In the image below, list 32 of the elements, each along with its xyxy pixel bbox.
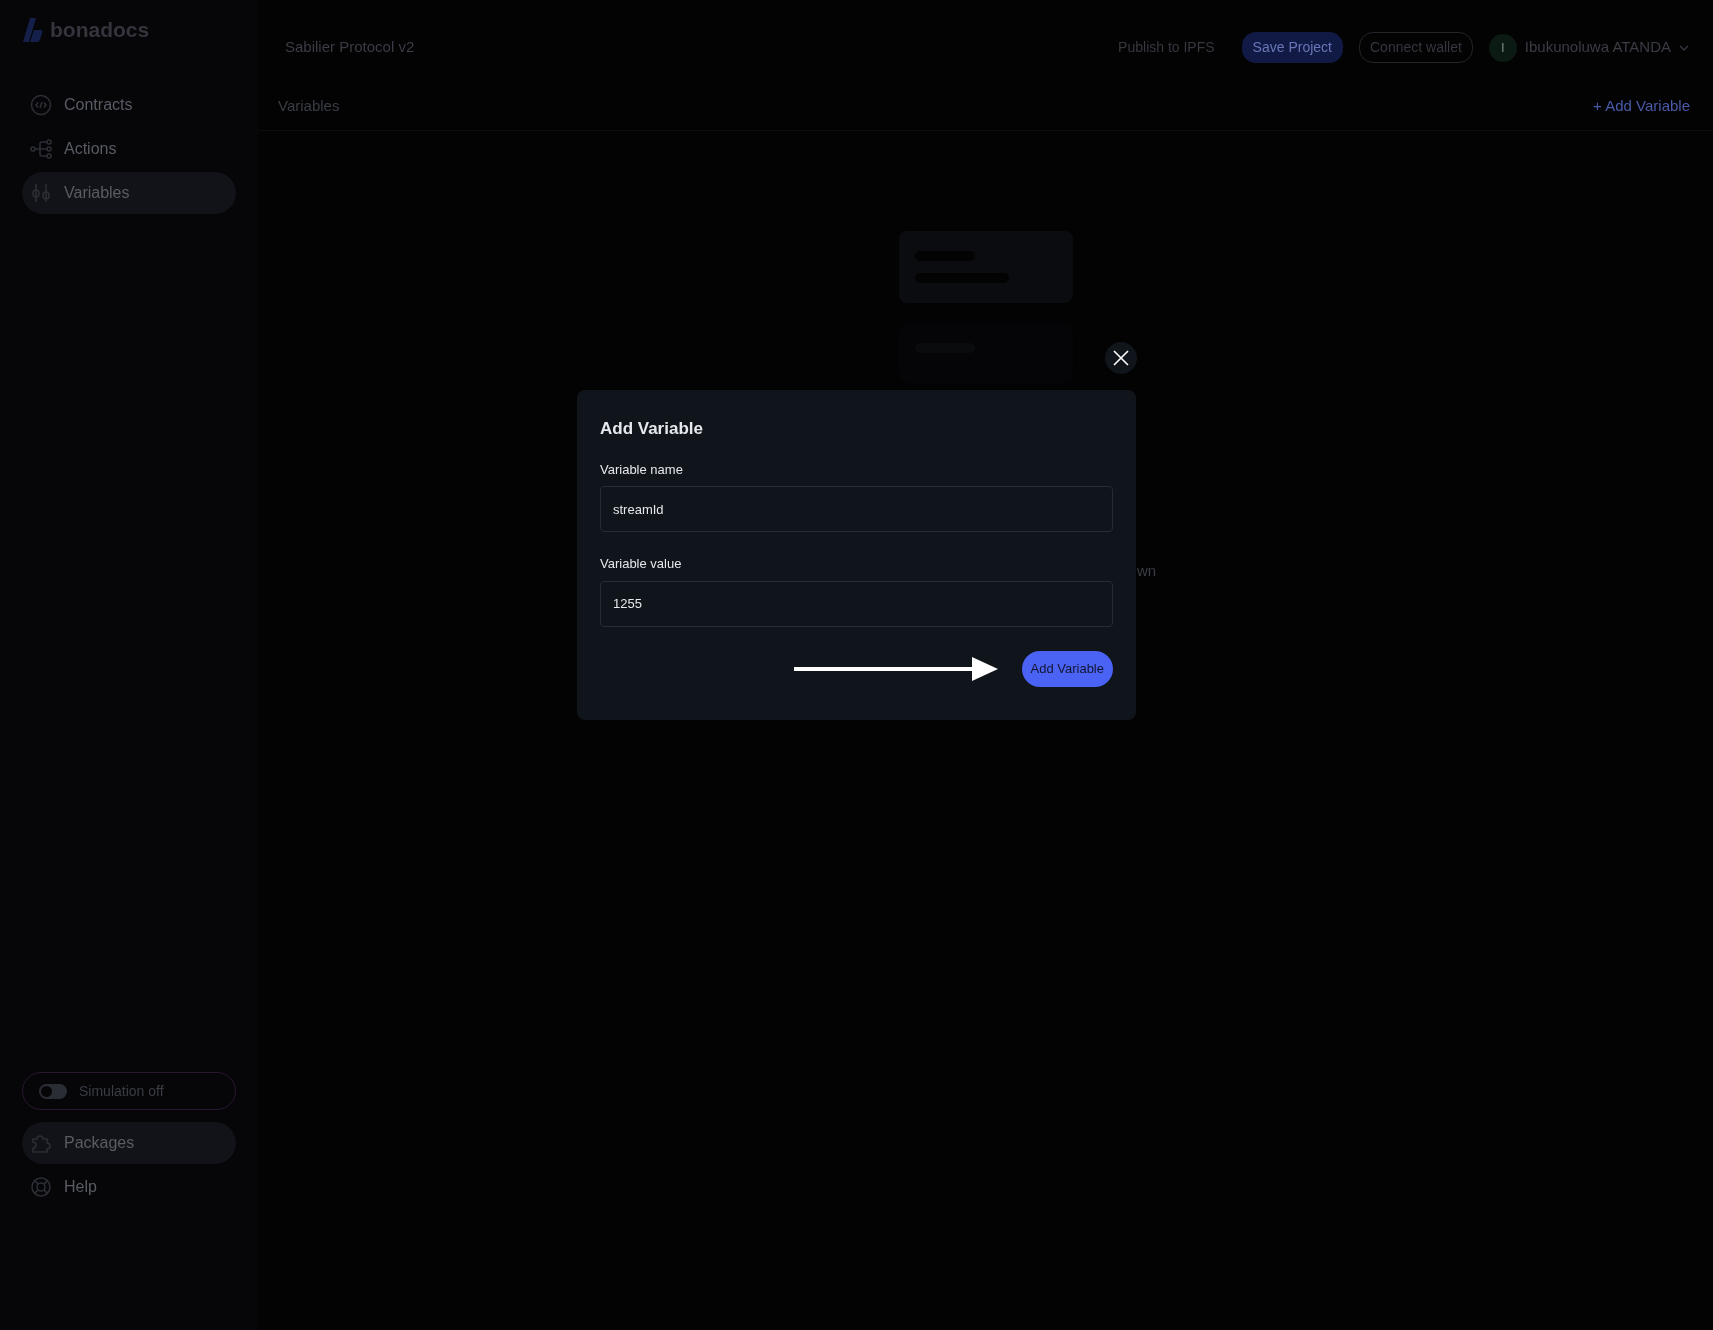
sidebar-item[interactable]: Variables [22,171,236,214]
puzzle-icon [30,1132,52,1154]
save-button[interactable]: Save Project [1241,32,1343,63]
connect-wallet-button[interactable]: Connect wallet [1359,32,1473,63]
avatar: I [1488,33,1517,62]
empty-state-text: wn [1137,561,1157,581]
sidebar-item[interactable]: Help [22,1166,236,1208]
toggle-switch[interactable] [39,1083,67,1099]
add-variable-button[interactable]: Add Variable [1021,650,1113,687]
chevron-down-icon [1679,44,1689,51]
sidebar-item[interactable]: Packages [22,1122,236,1164]
close-icon [1113,350,1129,366]
lifebuoy-icon [30,1176,52,1198]
sliders-icon [30,181,52,204]
input-field[interactable]: 1255 [600,580,1113,627]
logo-icon [22,17,44,42]
user-menu[interactable]: I Ibukunoluwa ATANDA [1488,33,1689,62]
project-title: Sabilier Protocol v2 [285,37,415,58]
field-label: Variable name [600,460,684,479]
field-label: Variable value [600,555,683,573]
sidebar-item[interactable]: Contracts [22,83,236,126]
add-variable-link[interactable]: + Add Variable [1593,95,1690,118]
close-button[interactable] [1105,342,1137,374]
branch-icon [30,137,52,160]
input-field[interactable]: streamId [600,486,1113,532]
modal-title: Add Variable [600,418,704,440]
sidebar-item[interactable]: Actions [22,127,236,170]
code-icon [30,93,52,116]
user-name: Ibukunoluwa ATANDA [1524,37,1671,58]
section-title: Variables [278,96,340,116]
publish-button[interactable]: Publish to IPFS [1107,32,1226,63]
simulation-label: Simulation off [79,1081,164,1101]
